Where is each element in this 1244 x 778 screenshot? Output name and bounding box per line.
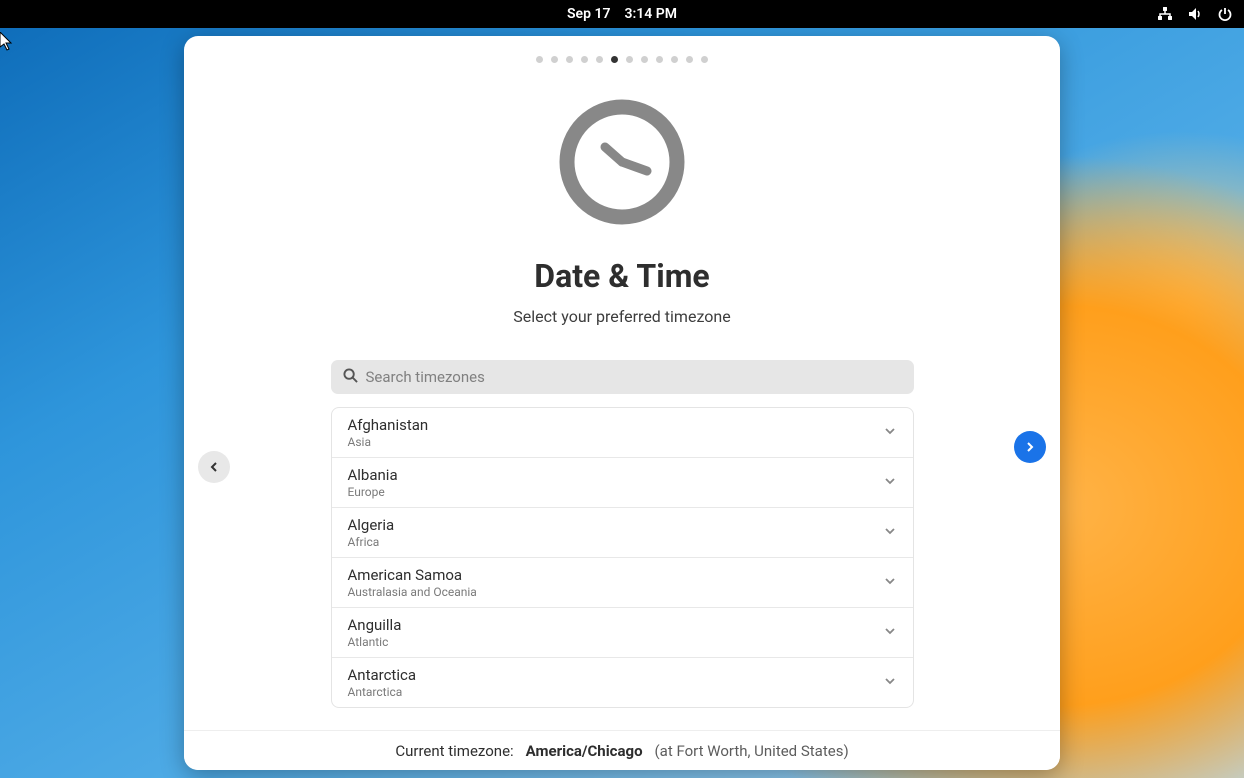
footer-bar: Current timezone: America/Chicago (at Fo… bbox=[184, 730, 1060, 770]
panel-datetime[interactable]: Sep 17 3:14 PM bbox=[567, 6, 677, 22]
carousel-dot bbox=[626, 56, 633, 63]
current-timezone-label: Current timezone: bbox=[395, 742, 513, 760]
timezone-region: Australasia and Oceania bbox=[348, 585, 477, 599]
carousel-dot bbox=[536, 56, 543, 63]
timezone-name: Afghanistan bbox=[348, 416, 429, 434]
timezone-name: Algeria bbox=[348, 516, 395, 534]
timezone-name: Antarctica bbox=[348, 666, 417, 684]
next-button[interactable] bbox=[1014, 431, 1046, 463]
panel-time: 3:14 PM bbox=[624, 6, 677, 22]
carousel-dot bbox=[566, 56, 573, 63]
search-icon bbox=[343, 368, 358, 387]
carousel-dot bbox=[686, 56, 693, 63]
search-input[interactable] bbox=[366, 368, 902, 386]
timezone-row[interactable]: Antarctica Antarctica bbox=[332, 658, 913, 707]
chevron-down-icon bbox=[883, 523, 897, 542]
timezone-region: Asia bbox=[348, 435, 429, 449]
timezone-name: Albania bbox=[348, 466, 398, 484]
top-panel: Sep 17 3:14 PM bbox=[0, 0, 1244, 28]
carousel-dot bbox=[596, 56, 603, 63]
timezone-name: Anguilla bbox=[348, 616, 402, 634]
current-timezone-location: (at Fort Worth, United States) bbox=[655, 742, 849, 760]
clock-icon bbox=[559, 99, 685, 229]
timezone-region: Antarctica bbox=[348, 685, 417, 699]
timezone-row[interactable]: Afghanistan Asia bbox=[332, 408, 913, 458]
chevron-down-icon bbox=[883, 623, 897, 642]
carousel-dot bbox=[701, 56, 708, 63]
current-timezone-value: America/Chicago bbox=[526, 742, 643, 760]
power-icon[interactable] bbox=[1216, 5, 1234, 23]
volume-icon[interactable] bbox=[1186, 5, 1204, 23]
carousel-dot bbox=[551, 56, 558, 63]
timezone-row[interactable]: Albania Europe bbox=[332, 458, 913, 508]
carousel-dot bbox=[656, 56, 663, 63]
page-title: Date & Time bbox=[534, 257, 709, 295]
panel-date: Sep 17 bbox=[567, 6, 610, 22]
timezone-row[interactable]: Anguilla Atlantic bbox=[332, 608, 913, 658]
chevron-down-icon bbox=[883, 423, 897, 442]
search-box[interactable] bbox=[331, 360, 914, 394]
timezone-row[interactable]: Algeria Africa bbox=[332, 508, 913, 558]
network-icon[interactable] bbox=[1156, 5, 1174, 23]
timezone-region: Europe bbox=[348, 485, 398, 499]
chevron-down-icon bbox=[883, 573, 897, 592]
initial-setup-window: Date & Time Select your preferred timezo… bbox=[184, 36, 1060, 770]
page-subtitle: Select your preferred timezone bbox=[513, 307, 730, 326]
timezone-region: Africa bbox=[348, 535, 395, 549]
chevron-down-icon bbox=[883, 673, 897, 692]
timezone-region: Atlantic bbox=[348, 635, 402, 649]
timezone-row[interactable]: American Samoa Australasia and Oceania bbox=[332, 558, 913, 608]
carousel-dot-active bbox=[611, 56, 618, 63]
carousel-indicator bbox=[184, 36, 1060, 63]
carousel-dot bbox=[671, 56, 678, 63]
carousel-dot bbox=[581, 56, 588, 63]
carousel-dot bbox=[641, 56, 648, 63]
previous-button[interactable] bbox=[198, 451, 230, 483]
chevron-down-icon bbox=[883, 473, 897, 492]
timezone-name: American Samoa bbox=[348, 566, 477, 584]
timezone-list: Afghanistan Asia Albania Europe Algeri bbox=[331, 407, 914, 708]
